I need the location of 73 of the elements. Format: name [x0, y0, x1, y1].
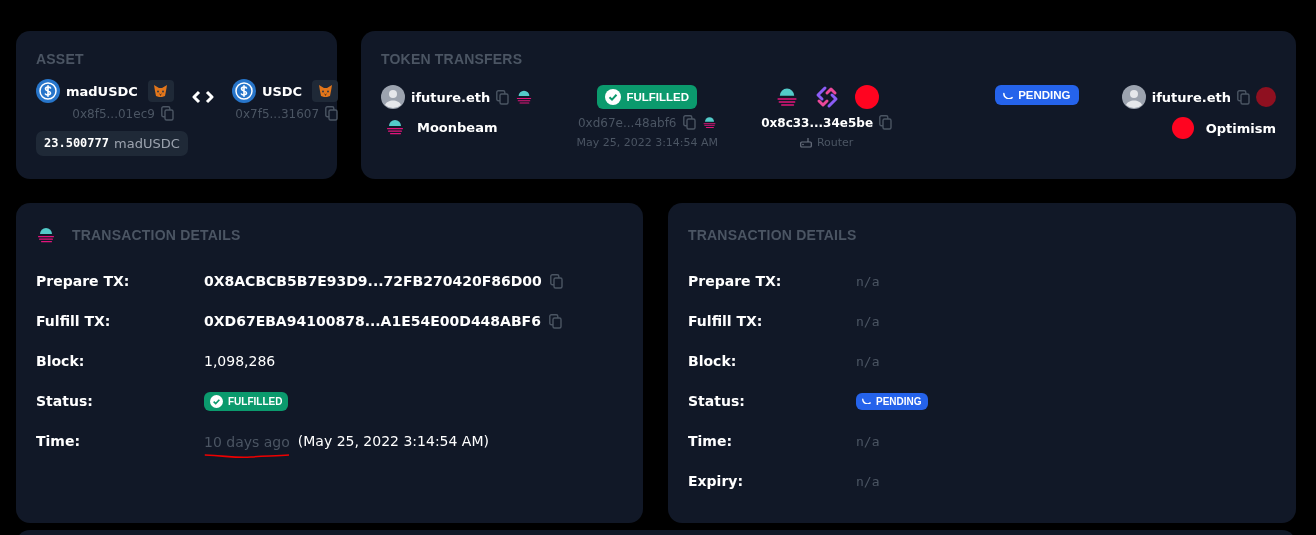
field-label: Block:	[36, 353, 86, 369]
card-title: TOKEN TRANSFERS	[381, 51, 524, 67]
copy-icon[interactable]	[548, 313, 562, 329]
field-label: Status:	[688, 393, 746, 409]
tx-hash: 0xd67e...48abf6	[577, 115, 677, 130]
card-title: ASSET	[36, 51, 85, 67]
router-address: 0x8c33...34e5be	[761, 115, 874, 130]
field-label: Fulfill TX:	[688, 313, 764, 329]
spinner-icon	[862, 398, 871, 404]
avatar	[1121, 85, 1146, 109]
status-badge: FULFILLED	[597, 85, 698, 109]
router-label: Router	[816, 136, 854, 149]
empty-value: n/a	[856, 273, 880, 289]
token-symbol: USDC	[261, 83, 303, 99]
check-icon	[210, 394, 223, 408]
token-address: 0x8f5...01ec9	[72, 106, 155, 121]
field-label: Time:	[36, 433, 82, 449]
network-icon	[1171, 117, 1194, 139]
dollar-coin-icon	[231, 79, 256, 103]
wallet-button[interactable]	[312, 80, 339, 102]
empty-value: n/a	[856, 353, 880, 369]
dollar-coin-icon	[36, 79, 60, 103]
router-icon	[799, 137, 812, 148]
block-number: 1,098,286	[204, 353, 276, 369]
chain-link-icon	[814, 85, 839, 109]
card-title: TRANSACTION DETAILS	[688, 227, 857, 243]
copy-icon[interactable]	[325, 106, 339, 121]
moon-icon	[36, 225, 56, 245]
swap-arrows-icon	[191, 90, 214, 104]
check-icon	[605, 89, 622, 105]
empty-value: n/a	[856, 313, 880, 329]
empty-value: n/a	[856, 473, 880, 489]
network-icon	[1256, 87, 1276, 107]
copy-icon[interactable]	[682, 115, 696, 130]
amount-value: 23.500777	[44, 136, 110, 151]
chain-name: Moonbeam	[417, 119, 498, 135]
fox-icon	[153, 84, 169, 98]
amount-symbol: madUSDC	[114, 136, 180, 151]
wallet-button[interactable]	[147, 80, 174, 102]
tx-hash: 0XD67EBA94100878...A1E54E00D448ABF6	[204, 313, 541, 329]
spinner-icon	[1003, 91, 1014, 99]
network-icon	[854, 85, 879, 109]
tx-time: May 25, 2022 3:14:54 AM	[576, 136, 719, 149]
tx-hash: 0X8ACBCB5B7E93D9...72FB270420F86D00	[204, 273, 542, 289]
field-label: Block:	[688, 353, 738, 369]
moon-icon	[385, 117, 405, 137]
copy-icon[interactable]	[496, 89, 510, 105]
relative-time: 10 days ago	[204, 433, 290, 450]
moon-icon	[701, 115, 717, 130]
receiver-name: ifuture.eth	[1151, 89, 1231, 105]
field-label: Prepare TX:	[688, 273, 783, 289]
status-badge: FULFILLED	[204, 391, 289, 411]
avatar	[381, 85, 405, 109]
field-label: Prepare TX:	[36, 273, 131, 289]
empty-value: n/a	[856, 433, 880, 449]
field-label: Expiry:	[688, 473, 745, 489]
copy-icon[interactable]	[549, 273, 563, 289]
copy-icon[interactable]	[879, 115, 893, 130]
card-title: TRANSACTION DETAILS	[72, 227, 241, 243]
sender-name: ifuture.eth	[411, 89, 491, 105]
moon-icon	[515, 88, 534, 106]
status-badge: PENDING	[856, 392, 928, 410]
field-label: Fulfill TX:	[36, 313, 112, 329]
token-symbol: madUSDC	[66, 83, 138, 99]
copy-icon[interactable]	[1237, 89, 1250, 105]
chain-name: Optimism	[1205, 120, 1276, 136]
status-badge: PENDING	[995, 85, 1079, 105]
field-label: Time:	[688, 433, 734, 449]
copy-icon[interactable]	[160, 106, 174, 121]
token-address: 0x7f5...31607	[235, 106, 320, 121]
absolute-time: (May 25, 2022 3:14:54 AM)	[297, 433, 489, 449]
field-label: Status:	[36, 393, 94, 409]
fox-icon	[317, 84, 333, 98]
